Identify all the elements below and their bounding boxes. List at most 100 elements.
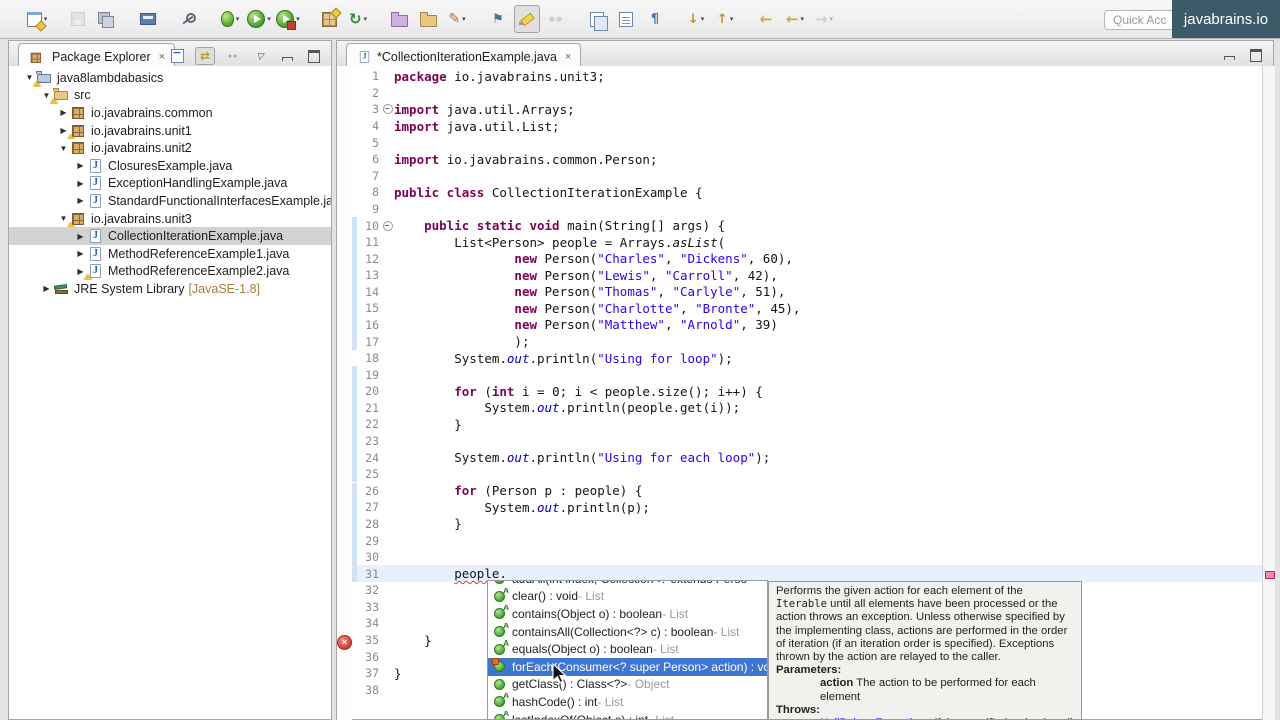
completion-item-hashCode[interactable]: hashCode() : int - List	[488, 693, 767, 711]
chevron-collapsed-icon[interactable]: ▶	[74, 196, 87, 205]
dropdown-caret-icon[interactable]: ▾	[801, 15, 805, 23]
dropdown-caret-icon[interactable]: ▾	[364, 15, 368, 23]
new-wizard-button[interactable]: ▾	[24, 5, 50, 33]
code-line-14[interactable]: 14 new Person("Thomas", "Carlyle", 51),	[352, 284, 1262, 301]
close-icon[interactable]: ×	[159, 51, 165, 63]
code-line-22[interactable]: 22 }	[352, 416, 1262, 433]
dropdown-caret-icon[interactable]: ▾	[296, 15, 300, 23]
tree-item-methodreferenceexample1-java[interactable]: ▶MethodReferenceExample1.java	[9, 245, 331, 263]
code-line-7[interactable]: 7	[352, 167, 1262, 184]
annotate-button[interactable]: ✎▾	[444, 5, 470, 33]
code-line-6[interactable]: 6import io.javabrains.common.Person;	[352, 151, 1262, 168]
dropdown-caret-icon[interactable]: ▾	[236, 15, 240, 23]
completion-item-containsAll[interactable]: containsAll(Collection<?> c) : boolean -…	[488, 623, 767, 641]
collapse-all-button[interactable]	[168, 48, 186, 64]
close-icon[interactable]: ×	[565, 51, 571, 63]
link-editors-button[interactable]	[584, 5, 610, 33]
tree-item-java8lambdabasics[interactable]: ▼java8lambdabasics	[9, 69, 331, 87]
code-line-3[interactable]: 3import java.util.Arrays;	[352, 101, 1262, 118]
chevron-collapsed-icon[interactable]: ▶	[40, 284, 53, 293]
chevron-collapsed-icon[interactable]: ▶	[74, 161, 87, 170]
code-line-15[interactable]: 15 new Person("Charlotte", "Bronte", 45)…	[352, 300, 1262, 317]
fold-collapse-icon[interactable]	[381, 104, 394, 114]
code-line-10[interactable]: 10 public static void main(String[] args…	[352, 217, 1262, 234]
maximize-editor-button[interactable]	[1247, 47, 1265, 63]
code-line-18[interactable]: 18 System.out.println("Using for loop");	[352, 350, 1262, 367]
code-line-30[interactable]: 30	[352, 549, 1262, 566]
open-task-folder-button[interactable]	[386, 5, 412, 33]
code-line-13[interactable]: 13 new Person("Lewis", "Carroll", 42),	[352, 267, 1262, 284]
code-line-5[interactable]: 5	[352, 134, 1262, 151]
completion-item-lastIndexOf[interactable]: lastIndexOf(Object o) : int - List	[488, 711, 767, 720]
last-edit-button[interactable]: ←	[753, 5, 779, 33]
completion-item-forEach[interactable]: forEach(Consumer<? super Person> action)…	[488, 658, 767, 676]
code-line-23[interactable]: 23	[352, 433, 1262, 450]
code-line-20[interactable]: 20 for (int i = 0; i < people.size(); i+…	[352, 383, 1262, 400]
chevron-expanded-icon[interactable]: ▼	[57, 144, 70, 153]
new-java-project-button[interactable]	[316, 5, 342, 33]
code-line-26[interactable]: 26 for (Person p : people) {	[352, 483, 1262, 500]
chevron-collapsed-icon[interactable]: ▶	[74, 179, 87, 188]
dropdown-caret-icon[interactable]: ▾	[462, 15, 466, 23]
mark-occurrences-button[interactable]: ⚑	[485, 5, 511, 33]
code-line-1[interactable]: 1package io.javabrains.unit3;	[352, 68, 1262, 85]
code-line-19[interactable]: 19	[352, 366, 1262, 383]
highlight-button[interactable]	[514, 5, 540, 33]
coverage-button[interactable]: ▾	[275, 5, 301, 33]
dropdown-caret-icon[interactable]: ▾	[701, 15, 705, 23]
code-line-8[interactable]: 8public class CollectionIterationExample…	[352, 184, 1262, 201]
editor-marker-bar[interactable]: ×	[337, 68, 352, 720]
open-console-button[interactable]	[135, 5, 161, 33]
open-folder-button[interactable]	[415, 5, 441, 33]
pin-editor-button[interactable]	[176, 5, 202, 33]
code-line-4[interactable]: 4import java.util.List;	[352, 118, 1262, 135]
code-line-16[interactable]: 16 new Person("Matthew", "Arnold", 39)	[352, 317, 1262, 334]
code-line-24[interactable]: 24 System.out.println("Using for each lo…	[352, 449, 1262, 466]
maximize-view-button[interactable]	[305, 48, 323, 64]
tree-item-jre-system-library[interactable]: ▶JRE System Library[JavaSE-1.8]	[9, 280, 331, 298]
error-marker-icon[interactable]: ×	[337, 635, 352, 650]
tree-item-io-javabrains-unit3[interactable]: ▼io.javabrains.unit3	[9, 210, 331, 228]
tree-item-exceptionhandlingexample-java[interactable]: ▶ExceptionHandlingExample.java	[9, 175, 331, 193]
dropdown-caret-icon[interactable]: ▾	[830, 15, 834, 23]
code-line-28[interactable]: 28 }	[352, 516, 1262, 533]
minimize-editor-button[interactable]	[1220, 47, 1238, 63]
link-with-editor-button[interactable]: ⇄	[195, 47, 215, 65]
tree-item-methodreferenceexample2-java[interactable]: ▶MethodReferenceExample2.java	[9, 263, 331, 281]
save-all-button[interactable]	[94, 5, 120, 33]
run-external-button[interactable]: ↻▾	[345, 5, 371, 33]
tree-item-src[interactable]: ▼src	[9, 87, 331, 105]
completion-item-clear[interactable]: clear() : void - List	[488, 588, 767, 606]
tree-item-standardfunctionalinterfacesexample-ja[interactable]: ▶StandardFunctionalInterfacesExample.ja	[9, 192, 331, 210]
dropdown-caret-icon[interactable]: ▾	[44, 15, 48, 23]
tree-item-io-javabrains-common[interactable]: ▶io.javabrains.common	[9, 104, 331, 122]
tree-item-closuresexample-java[interactable]: ▶ClosuresExample.java	[9, 157, 331, 175]
code-line-25[interactable]: 25	[352, 466, 1262, 483]
prev-annotation-button[interactable]: ↑▾	[712, 5, 738, 33]
code-line-12[interactable]: 12 new Person("Charles", "Dickens", 60),	[352, 250, 1262, 267]
code-line-21[interactable]: 21 System.out.println(people.get(i));	[352, 400, 1262, 417]
dropdown-caret-icon[interactable]: ▾	[730, 15, 734, 23]
code-line-29[interactable]: 29	[352, 532, 1262, 549]
tree-item-collectioniterationexample-java[interactable]: ▶CollectionIterationExample.java	[9, 227, 331, 245]
show-list-button[interactable]	[613, 5, 639, 33]
tree-item-io-javabrains-unit1[interactable]: ▶io.javabrains.unit1	[9, 122, 331, 140]
run-button[interactable]: ▾	[246, 5, 272, 33]
code-line-2[interactable]: 2	[352, 85, 1262, 102]
completion-item-getClass[interactable]: getClass() : Class<?> - Object	[488, 676, 767, 694]
overview-error-marker[interactable]	[1265, 571, 1275, 579]
code-line-17[interactable]: 17 );	[352, 333, 1262, 350]
show-whitespace-button[interactable]: ¶	[642, 5, 668, 33]
chevron-collapsed-icon[interactable]: ▶	[57, 108, 70, 117]
code-line-27[interactable]: 27 System.out.println(p);	[352, 499, 1262, 516]
fold-collapse-icon[interactable]	[381, 221, 394, 231]
code-line-11[interactable]: 11 List<Person> people = Arrays.asList(	[352, 234, 1262, 251]
debug-button[interactable]: ▾	[217, 5, 243, 33]
chevron-collapsed-icon[interactable]: ▶	[74, 232, 87, 241]
completion-item-contains[interactable]: contains(Object o) : boolean - List	[488, 605, 767, 623]
tree-item-io-javabrains-unit2[interactable]: ▼io.javabrains.unit2	[9, 139, 331, 157]
completion-item-addAll[interactable]: addAll(int index, Collection<? extends P…	[488, 580, 767, 588]
view-menu-button[interactable]: ▽	[251, 48, 269, 64]
back-button[interactable]: ←▾	[782, 5, 808, 33]
dropdown-caret-icon[interactable]: ▾	[267, 15, 271, 23]
